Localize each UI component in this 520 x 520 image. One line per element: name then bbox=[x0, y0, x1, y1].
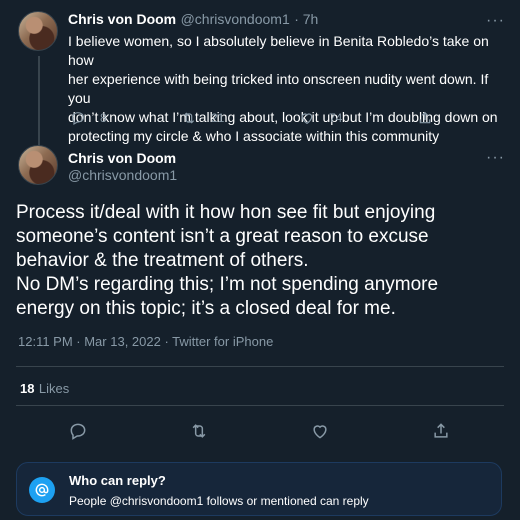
author-handle[interactable]: @chrisvondoom1 bbox=[68, 167, 177, 183]
tweet-text-line: her experience with being tricked into o… bbox=[68, 71, 489, 106]
likes-label: Likes bbox=[38, 381, 70, 396]
who-can-reply-box: Who can reply? People @chrisvondoom1 fol… bbox=[16, 462, 502, 516]
reply-count: 8 bbox=[100, 111, 107, 125]
tweet1-header: Chris von Doom @chrisvondoom1 · 7h bbox=[68, 11, 318, 29]
tweet-text-line: I believe women, so I absolutely believe… bbox=[68, 33, 489, 68]
tweet-text-line: behavior & the treatment of others. bbox=[16, 250, 309, 271]
tweet-text-line: don’t know what I’m talking about, look … bbox=[68, 109, 498, 125]
reply-icon bbox=[72, 112, 84, 126]
reply-button[interactable] bbox=[68, 421, 88, 446]
likes-summary[interactable]: 18 Likes bbox=[20, 380, 69, 398]
tweet1-text: I believe women, so I absolutely believe… bbox=[68, 32, 508, 146]
tweet-text-line: someone’s content isn’t a great reason t… bbox=[16, 226, 429, 247]
retweet-icon bbox=[192, 424, 206, 438]
retweet-button[interactable] bbox=[189, 421, 209, 446]
thread-line bbox=[38, 56, 40, 146]
tweet-text-line: energy on this topic; it’s a closed deal… bbox=[16, 298, 396, 319]
retweet-icon bbox=[183, 112, 195, 124]
more-options-icon[interactable]: ··· bbox=[486, 13, 505, 29]
tweet-meta[interactable]: 12:11 PM · Mar 13, 2022 · Twitter for iP… bbox=[18, 334, 273, 349]
heart-icon bbox=[301, 113, 313, 125]
tweet-time[interactable]: · 7h bbox=[294, 11, 318, 27]
share-icon bbox=[419, 111, 431, 124]
author-handle[interactable]: @chrisvondoom1 bbox=[181, 11, 290, 27]
share-button[interactable] bbox=[417, 110, 433, 126]
like-count: 74 bbox=[329, 111, 343, 125]
tweet-text-line: Process it/deal with it how hon see fit … bbox=[16, 202, 436, 223]
share-icon bbox=[434, 423, 448, 438]
more-options-icon[interactable]: ··· bbox=[486, 150, 505, 166]
retweet-count: 21 bbox=[211, 111, 225, 125]
reply-button[interactable]: 8 bbox=[70, 110, 107, 126]
avatar[interactable] bbox=[18, 11, 58, 51]
tweet2-text: Process it/deal with it how hon see fit … bbox=[16, 201, 486, 321]
tweet-text-line: protecting my circle & who I associate w… bbox=[68, 128, 440, 144]
heart-icon bbox=[313, 425, 327, 439]
retweet-button[interactable]: 21 bbox=[181, 110, 224, 126]
who-can-reply-title: Who can reply? bbox=[69, 473, 166, 488]
divider bbox=[16, 405, 504, 406]
author-name[interactable]: Chris von Doom bbox=[68, 11, 176, 27]
who-can-reply-subtitle: People @chrisvondoom1 follows or mention… bbox=[69, 494, 369, 508]
like-button[interactable] bbox=[310, 421, 330, 446]
share-button[interactable] bbox=[431, 421, 451, 446]
like-button[interactable]: 74 bbox=[299, 110, 342, 126]
at-icon bbox=[29, 477, 55, 503]
avatar[interactable] bbox=[18, 145, 58, 185]
divider bbox=[16, 366, 504, 367]
likes-count: 18 bbox=[20, 381, 35, 396]
tweet-text-line: No DM’s regarding this; I’m not spending… bbox=[16, 274, 439, 295]
reply-icon bbox=[70, 423, 86, 440]
author-name[interactable]: Chris von Doom bbox=[68, 150, 176, 166]
